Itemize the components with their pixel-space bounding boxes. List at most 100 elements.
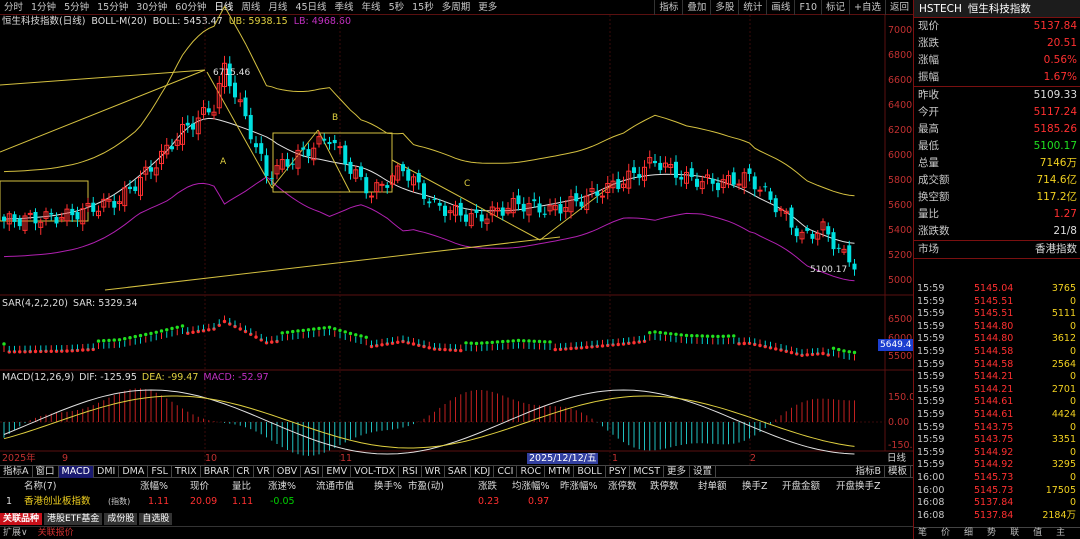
column-header[interactable]: 开盘换手Z (836, 480, 881, 493)
candle-body (458, 202, 463, 216)
candle-body (432, 198, 437, 200)
panel-tab[interactable]: 价 (941, 528, 950, 539)
tick-list: 15:59 5145.04 3765 15:59 5145.51 0 15:59 5145.5… (914, 283, 1080, 522)
tick-time: 15:59 (917, 308, 945, 320)
sar-dot (711, 334, 715, 338)
candle-body (532, 199, 537, 202)
column-header[interactable]: 涨速% (268, 480, 296, 493)
column-header[interactable]: 换手% (374, 480, 402, 493)
column-header[interactable]: 开盘金额 (782, 480, 820, 493)
boll-lower-line (3, 176, 855, 282)
sar-dot (165, 328, 169, 332)
tick-time: 15:59 (917, 446, 945, 458)
indicator-tab[interactable]: 窗口 (33, 465, 59, 478)
indicator-tab[interactable]: KDJ (471, 465, 495, 478)
candle-body (401, 164, 405, 172)
indicator-tab[interactable]: RSI (399, 465, 422, 478)
indicator-tab-right[interactable]: 模板 (885, 466, 911, 478)
column-header[interactable]: 名称(7) (24, 480, 56, 493)
tick-time: 15:59 (917, 320, 945, 332)
panel-tab[interactable]: 势 (987, 528, 996, 539)
quote-key: 现价 (918, 20, 939, 32)
tick-time: 15:59 (917, 396, 945, 408)
tick-price: 5144.80 (974, 320, 1014, 332)
indicator-tab[interactable]: EMV (323, 465, 352, 478)
indicator-tab[interactable]: FSL (148, 465, 172, 478)
indicator-tab[interactable]: DMA (119, 465, 149, 478)
column-header[interactable]: 昨涨幅% (560, 480, 598, 493)
column-header[interactable]: 换手Z (742, 480, 768, 493)
tick-volume: 0 (1069, 497, 1076, 509)
candle-body (595, 191, 600, 196)
candle-body (49, 212, 54, 215)
panel-tab[interactable]: 细 (964, 528, 973, 539)
bottom-tab[interactable]: 港股ETF基金 (44, 512, 103, 525)
row-speed: -0.05 (270, 496, 295, 507)
bottom-tab[interactable]: 自选股 (139, 512, 173, 525)
column-header[interactable]: 涨停数 (608, 480, 637, 493)
candle-body (847, 245, 852, 263)
indicator-tab[interactable]: BOLL (574, 465, 606, 478)
indicator-tab[interactable]: DMI (94, 465, 120, 478)
indicator-tab[interactable]: PSY (606, 465, 631, 478)
bottom-tab[interactable]: 成份股 (104, 512, 138, 525)
column-header[interactable]: 涨幅% (140, 480, 168, 493)
indicator-tab-right[interactable]: 指标B (852, 466, 885, 478)
panel-tab[interactable]: 值 (1033, 528, 1042, 539)
panel-tab[interactable]: 联 (1010, 528, 1019, 539)
indicator-tab[interactable]: 指标A (0, 465, 33, 478)
column-header[interactable]: 涨跌 (478, 480, 497, 493)
sar-dot (285, 330, 290, 334)
indicator-tab[interactable]: VOL-TDX (351, 465, 400, 478)
table-row[interactable]: 1 香港创业板指数 (指数) 1.11 20.09 1.11 -0.05 0.2… (0, 495, 913, 509)
sar-dot (123, 337, 127, 341)
column-header[interactable]: 市盈(动) (408, 480, 444, 493)
bottom-tab[interactable]: 关联品种 (0, 512, 43, 525)
quote-key: 涨幅 (918, 54, 939, 66)
sar-dot (831, 346, 836, 350)
indicator-tab[interactable]: 更多 (664, 465, 691, 478)
indicator-tab[interactable]: 设置 (690, 465, 717, 478)
sar-dot (548, 340, 552, 344)
sar-dot (663, 331, 668, 335)
panel-tab[interactable]: 笔 (918, 528, 927, 539)
column-header[interactable]: 流通市值 (316, 480, 354, 493)
indicator-tab[interactable]: MTM (545, 465, 575, 478)
candle-body (616, 179, 621, 190)
indicator-tab[interactable]: VR (254, 465, 274, 478)
panel-tab[interactable]: 主 (1056, 528, 1065, 539)
indicator-tab[interactable]: MCST (630, 465, 665, 478)
indicator-tab[interactable]: BRAR (201, 465, 234, 478)
indicator-tab[interactable]: MACD (58, 465, 94, 478)
price-tick: 6800 (888, 50, 913, 61)
indicator-tab[interactable]: ASI (301, 465, 324, 478)
tick-price: 5145.73 (974, 484, 1014, 496)
column-header[interactable]: 封单额 (698, 480, 727, 493)
indicator-tab[interactable]: ROC (517, 465, 546, 478)
time-label: 9 (62, 453, 69, 464)
chart-canvas[interactable]: 6715.46 5100.17 A B C (0, 0, 913, 465)
sar-dot (359, 334, 363, 338)
tick-volume: 0 (1069, 396, 1076, 408)
sar-dot (317, 326, 321, 331)
column-header[interactable]: 现价 (190, 480, 209, 493)
column-header[interactable]: 跌停数 (650, 480, 679, 493)
tick-price: 5144.61 (974, 396, 1014, 408)
status-item[interactable]: 关联报价 (35, 527, 77, 539)
day-period-button[interactable]: 日线 (887, 453, 906, 464)
table-header: 名称(7) 涨幅% 现价 量比 涨速% 流通市值 换手% 市盈(动) 涨跌 均涨幅% 昨涨幅% 涨停数… (0, 480, 913, 493)
column-header[interactable]: 均涨幅% (512, 480, 550, 493)
quote-value: 5100.17 (1033, 140, 1077, 152)
status-item[interactable]: 扩展∨ (0, 527, 31, 539)
indicator-tab[interactable]: TRIX (172, 465, 201, 478)
time-label: 2 (750, 453, 757, 464)
indicator-tab[interactable]: WR (422, 465, 445, 478)
indicator-tab[interactable]: OBV (274, 465, 302, 478)
indicator-tab[interactable]: CCI (494, 465, 518, 478)
column-header[interactable]: 量比 (232, 480, 251, 493)
indicator-tab[interactable]: CR (234, 465, 254, 478)
candle-body (369, 195, 374, 198)
indicator-tab[interactable]: SAR (445, 465, 471, 478)
candle-body (736, 183, 742, 186)
candle-body (348, 161, 353, 174)
